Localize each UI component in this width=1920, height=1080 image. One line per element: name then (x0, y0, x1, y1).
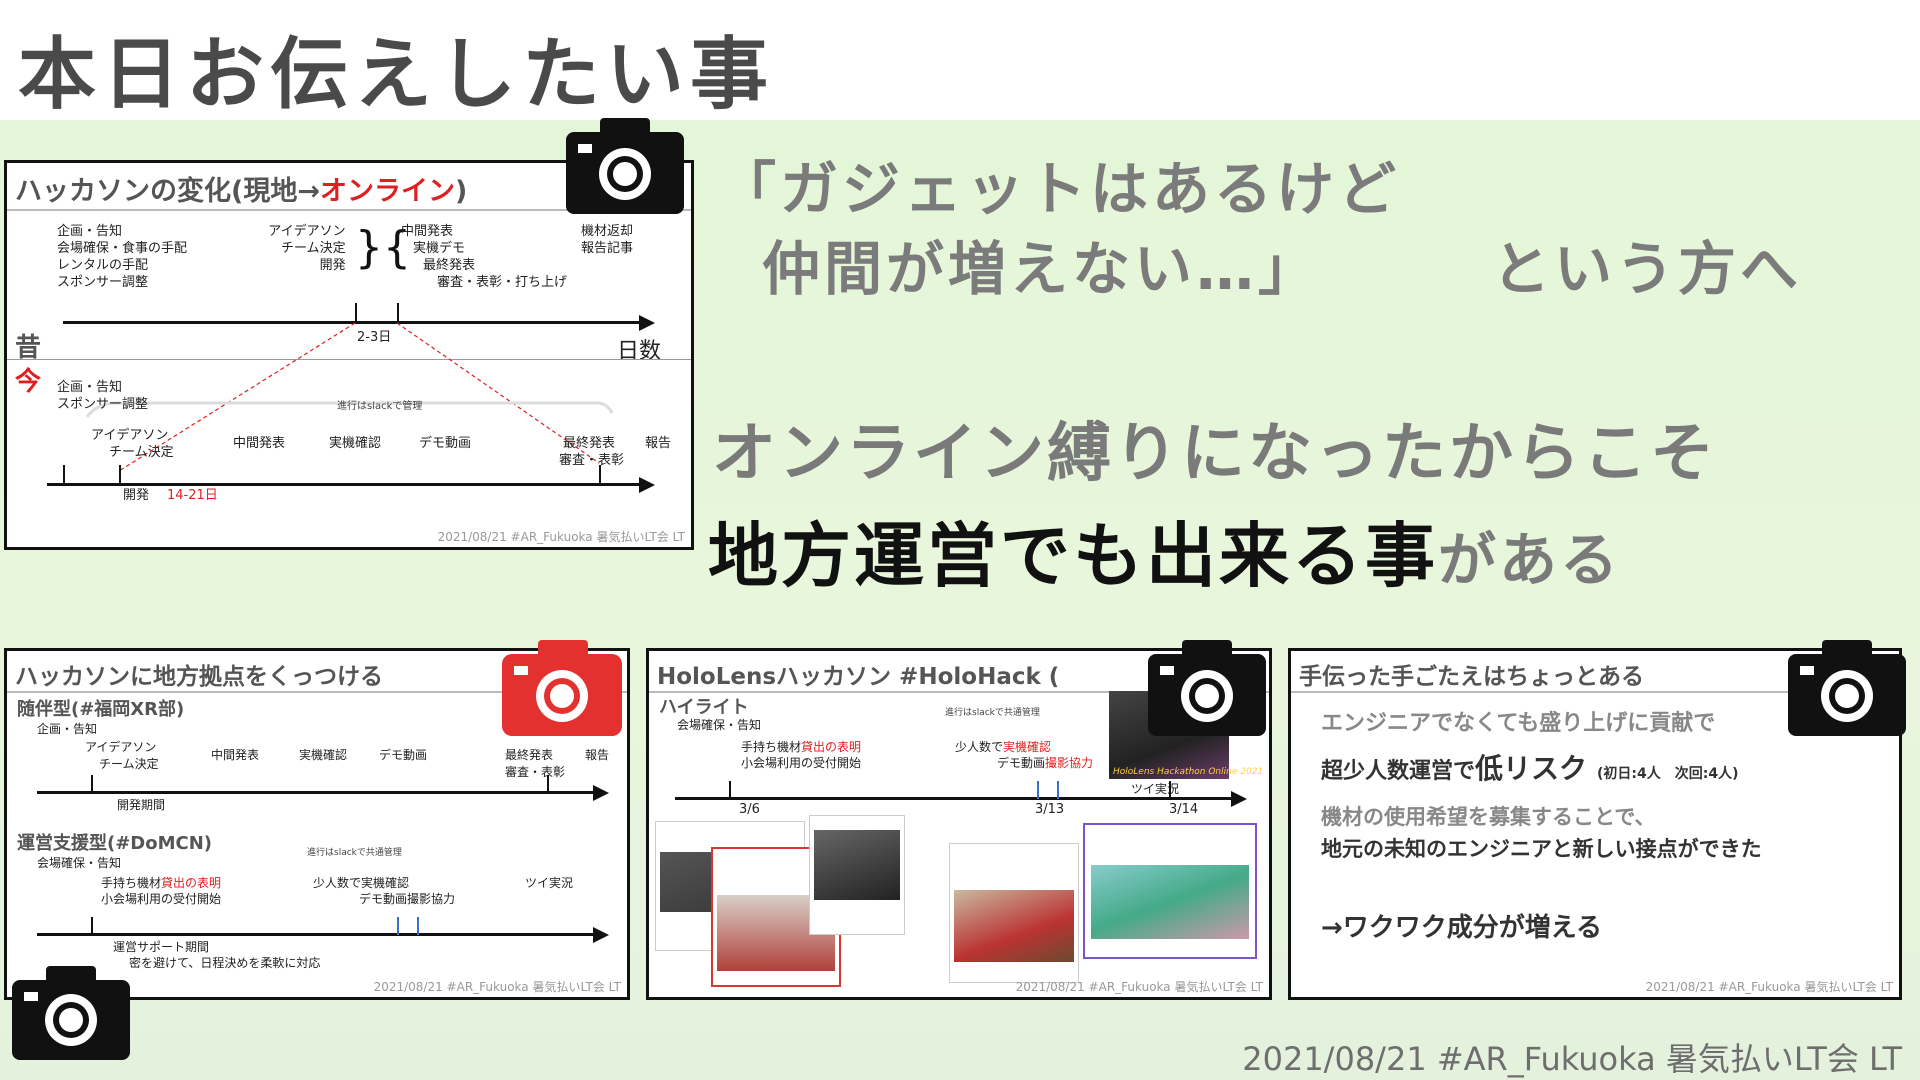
tweet-card-highlighted[interactable] (1083, 823, 1257, 959)
slide4-title: 手伝った手ごたえはちょっとある (1299, 664, 1644, 690)
now-report: 報告 (645, 436, 672, 451)
s2-timeline-1-arrow (593, 785, 609, 801)
message-line-2: 地方運営でも出来る事がある (708, 500, 1621, 601)
message-emphasis: 地方運営でも出来る事 (708, 515, 1438, 597)
message-tail: がある (1438, 526, 1622, 594)
slide3-footer: 2021/08/21 #AR_Fukuoka 暑気払いLT会 LT (1015, 980, 1263, 994)
s2-plan: 企画・告知 (37, 722, 98, 736)
s2-ideathon: アイデアソン チーム決定 (85, 740, 159, 771)
s2-support-note: 密を避けて、日程決めを柔軟に対応 (129, 956, 321, 970)
s3-timeline-arrow (1231, 791, 1247, 807)
camera-icon[interactable] (566, 114, 684, 214)
quote-line-2: 仲間が増えない…」 (762, 235, 1321, 303)
result-line-4: 地元の未知のエンジニアと新しい接点ができた (1321, 837, 1762, 861)
s2-timeline-2 (37, 933, 597, 936)
s2-timeline-1 (37, 791, 597, 794)
now-dev: 開発 (123, 488, 150, 503)
now-ideathon: アイデアソン チーム決定 (91, 428, 174, 460)
result-line-3: 機材の使用希望を募集することで、 (1321, 805, 1656, 829)
now-tick-start (63, 465, 65, 485)
now-final: 最終発表 審査・表彰 (559, 436, 625, 468)
camera-icon[interactable] (1148, 636, 1266, 736)
s3-date-1: 3/6 (739, 802, 760, 817)
now-timeline-arrow (639, 477, 655, 493)
tweet-card[interactable] (949, 843, 1079, 983)
now-device-check: 実機確認 (329, 436, 382, 451)
banner-text: HoloLens Hackathon Online 2021 (1113, 767, 1264, 777)
now-prep-list: 企画・告知 スポンサー調整 (57, 380, 149, 412)
s2-demo-video: デモ動画 (379, 748, 428, 762)
s2-tick-2b (397, 917, 399, 935)
now-duration: 14-21日 (167, 488, 218, 503)
s2-venue: 会場確保・告知 (37, 856, 122, 870)
s2-tick-1b (547, 775, 549, 793)
s3-date-3: 3/14 (1169, 802, 1199, 817)
tweet-photo (954, 890, 1074, 962)
slide-hackathon-change: ハッカソンの変化(現地→オンライン) 企画・告知 会場確保・食事の手配 レンタル… (4, 160, 694, 550)
now-demo-video: デモ動画 (419, 436, 472, 451)
result-line-5: →ワクワク成分が増える (1321, 913, 1603, 943)
slide1-footer: 2021/08/21 #AR_Fukuoka 暑気払いLT会 LT (437, 530, 685, 544)
slide2-footer: 2021/08/21 #AR_Fukuoka 暑気払いLT会 LT (373, 980, 621, 994)
message-line-1: オンライン縛りになったからこそ (712, 417, 1717, 491)
s2-device-check: 実機確認 (299, 748, 348, 762)
s3-tick-c (1057, 781, 1059, 799)
page-footer: 2021/08/21 #AR_Fukuoka 暑気払いLT会 LT (1242, 1040, 1902, 1078)
now-midterm: 中間発表 (233, 436, 286, 451)
page-title: 本日お伝えしたい事 (18, 30, 775, 120)
section-accompany: 随伴型(#福岡XR部) (17, 699, 185, 720)
tweet-image (814, 830, 900, 900)
s2-slack-note: 進行はslackで共通管理 (307, 848, 402, 858)
result-line-1: エンジニアでなくても盛り上げに貢献で (1321, 711, 1716, 736)
s3-tick-a (729, 781, 731, 799)
quote-target: という方へ (1492, 235, 1803, 303)
quote-line-1: 「ガジェットはあるけど (718, 155, 1401, 223)
slide3-title: HoloLensハッカソン #HoloHack ( (657, 664, 1060, 690)
s3-small-venue: 小会場利用の受付開始 (741, 756, 862, 770)
now-timeline (47, 483, 643, 486)
s2-tweet-live: ツイ実況 (525, 876, 574, 890)
s2-lend: 手持ち機材貸出の表明 (101, 876, 222, 890)
s3-small-team: 少人数で実機確認 (955, 740, 1052, 754)
tweet-card[interactable] (809, 815, 905, 935)
s3-venue: 会場確保・告知 (677, 718, 762, 732)
s3-tick-b (1037, 781, 1039, 799)
s3-date-2: 3/13 (1035, 802, 1065, 817)
tweet-photo (1091, 865, 1249, 939)
s3-tweet-live: ツイ実況 (1131, 782, 1180, 796)
s2-small-team: 少人数で実機確認 (313, 876, 410, 890)
s2-tick-2c (417, 917, 419, 935)
s2-tick-1a (91, 775, 93, 793)
camera-icon[interactable] (12, 962, 130, 1060)
camera-icon[interactable] (1788, 636, 1906, 736)
slide4-footer: 2021/08/21 #AR_Fukuoka 暑気払いLT会 LT (1645, 980, 1893, 994)
slide2-title: ハッカソンに地方拠点をくっつける (15, 664, 383, 690)
now-tick-dev (119, 465, 121, 485)
s3-slack-note: 進行はslackで共通管理 (945, 708, 1040, 718)
s3-timeline (675, 797, 1235, 800)
s3-lend: 手持ち機材貸出の表明 (741, 740, 862, 754)
s2-timeline-2-arrow (593, 927, 609, 943)
s2-dev-period: 開発期間 (117, 798, 166, 812)
now-tick-end (599, 465, 601, 485)
s2-demo: デモ動画撮影協力 (359, 892, 456, 906)
s2-support: 運営サポート期間 (113, 940, 210, 954)
dashed-guides (85, 322, 614, 472)
s3-demo: デモ動画撮影協力 (997, 756, 1094, 770)
result-line-2: 超少人数運営で低リスク (初日:4人 次回:4人) (1321, 752, 1739, 785)
now-slack-note: 進行はslackで管理 (337, 401, 423, 412)
s2-small-venue: 小会場利用の受付開始 (101, 892, 222, 906)
s2-final: 最終発表 審査・表彰 (505, 748, 566, 779)
section-highlight: ハイライト (659, 697, 749, 718)
s3-tick-d (1169, 781, 1171, 799)
s2-midterm: 中間発表 (211, 748, 260, 762)
s2-tick-2a (91, 917, 93, 935)
s2-report: 報告 (585, 748, 610, 762)
camera-icon[interactable] (502, 636, 622, 736)
section-support: 運営支援型(#DoMCN) (17, 833, 213, 854)
